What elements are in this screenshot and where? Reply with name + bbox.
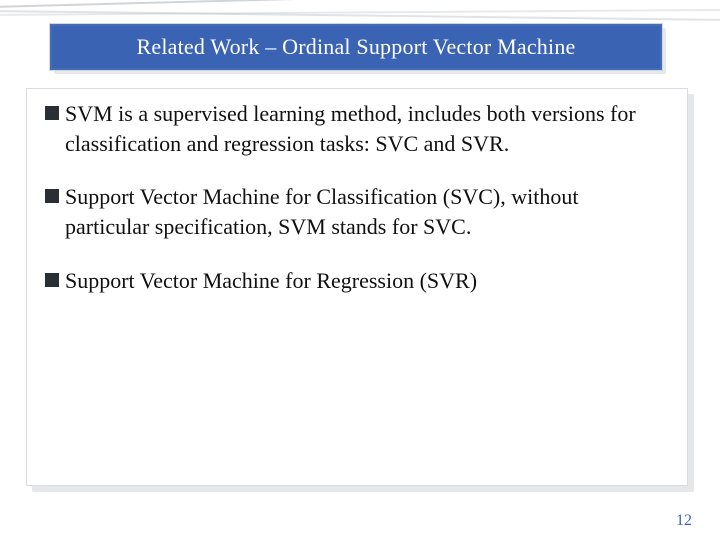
bullet-item: Support Vector Machine for Regression (S…	[45, 266, 665, 296]
bullet-icon	[45, 106, 59, 120]
slide: Related Work – Ordinal Support Vector Ma…	[0, 0, 720, 540]
body-panel: SVM is a supervised learning method, inc…	[26, 88, 688, 486]
title-bar: Related Work – Ordinal Support Vector Ma…	[49, 23, 663, 71]
page-number: 12	[676, 512, 692, 530]
bullet-text: SVM is a supervised learning method, inc…	[65, 99, 665, 158]
decor-line	[0, 0, 720, 8]
bullet-text: Support Vector Machine for Regression (S…	[65, 266, 477, 296]
bullet-item: SVM is a supervised learning method, inc…	[45, 99, 665, 158]
bullet-item: Support Vector Machine for Classificatio…	[45, 182, 665, 241]
slide-title: Related Work – Ordinal Support Vector Ma…	[137, 34, 576, 60]
bullet-icon	[45, 273, 59, 287]
bullet-text: Support Vector Machine for Classificatio…	[65, 182, 665, 241]
bullet-icon	[45, 189, 59, 203]
